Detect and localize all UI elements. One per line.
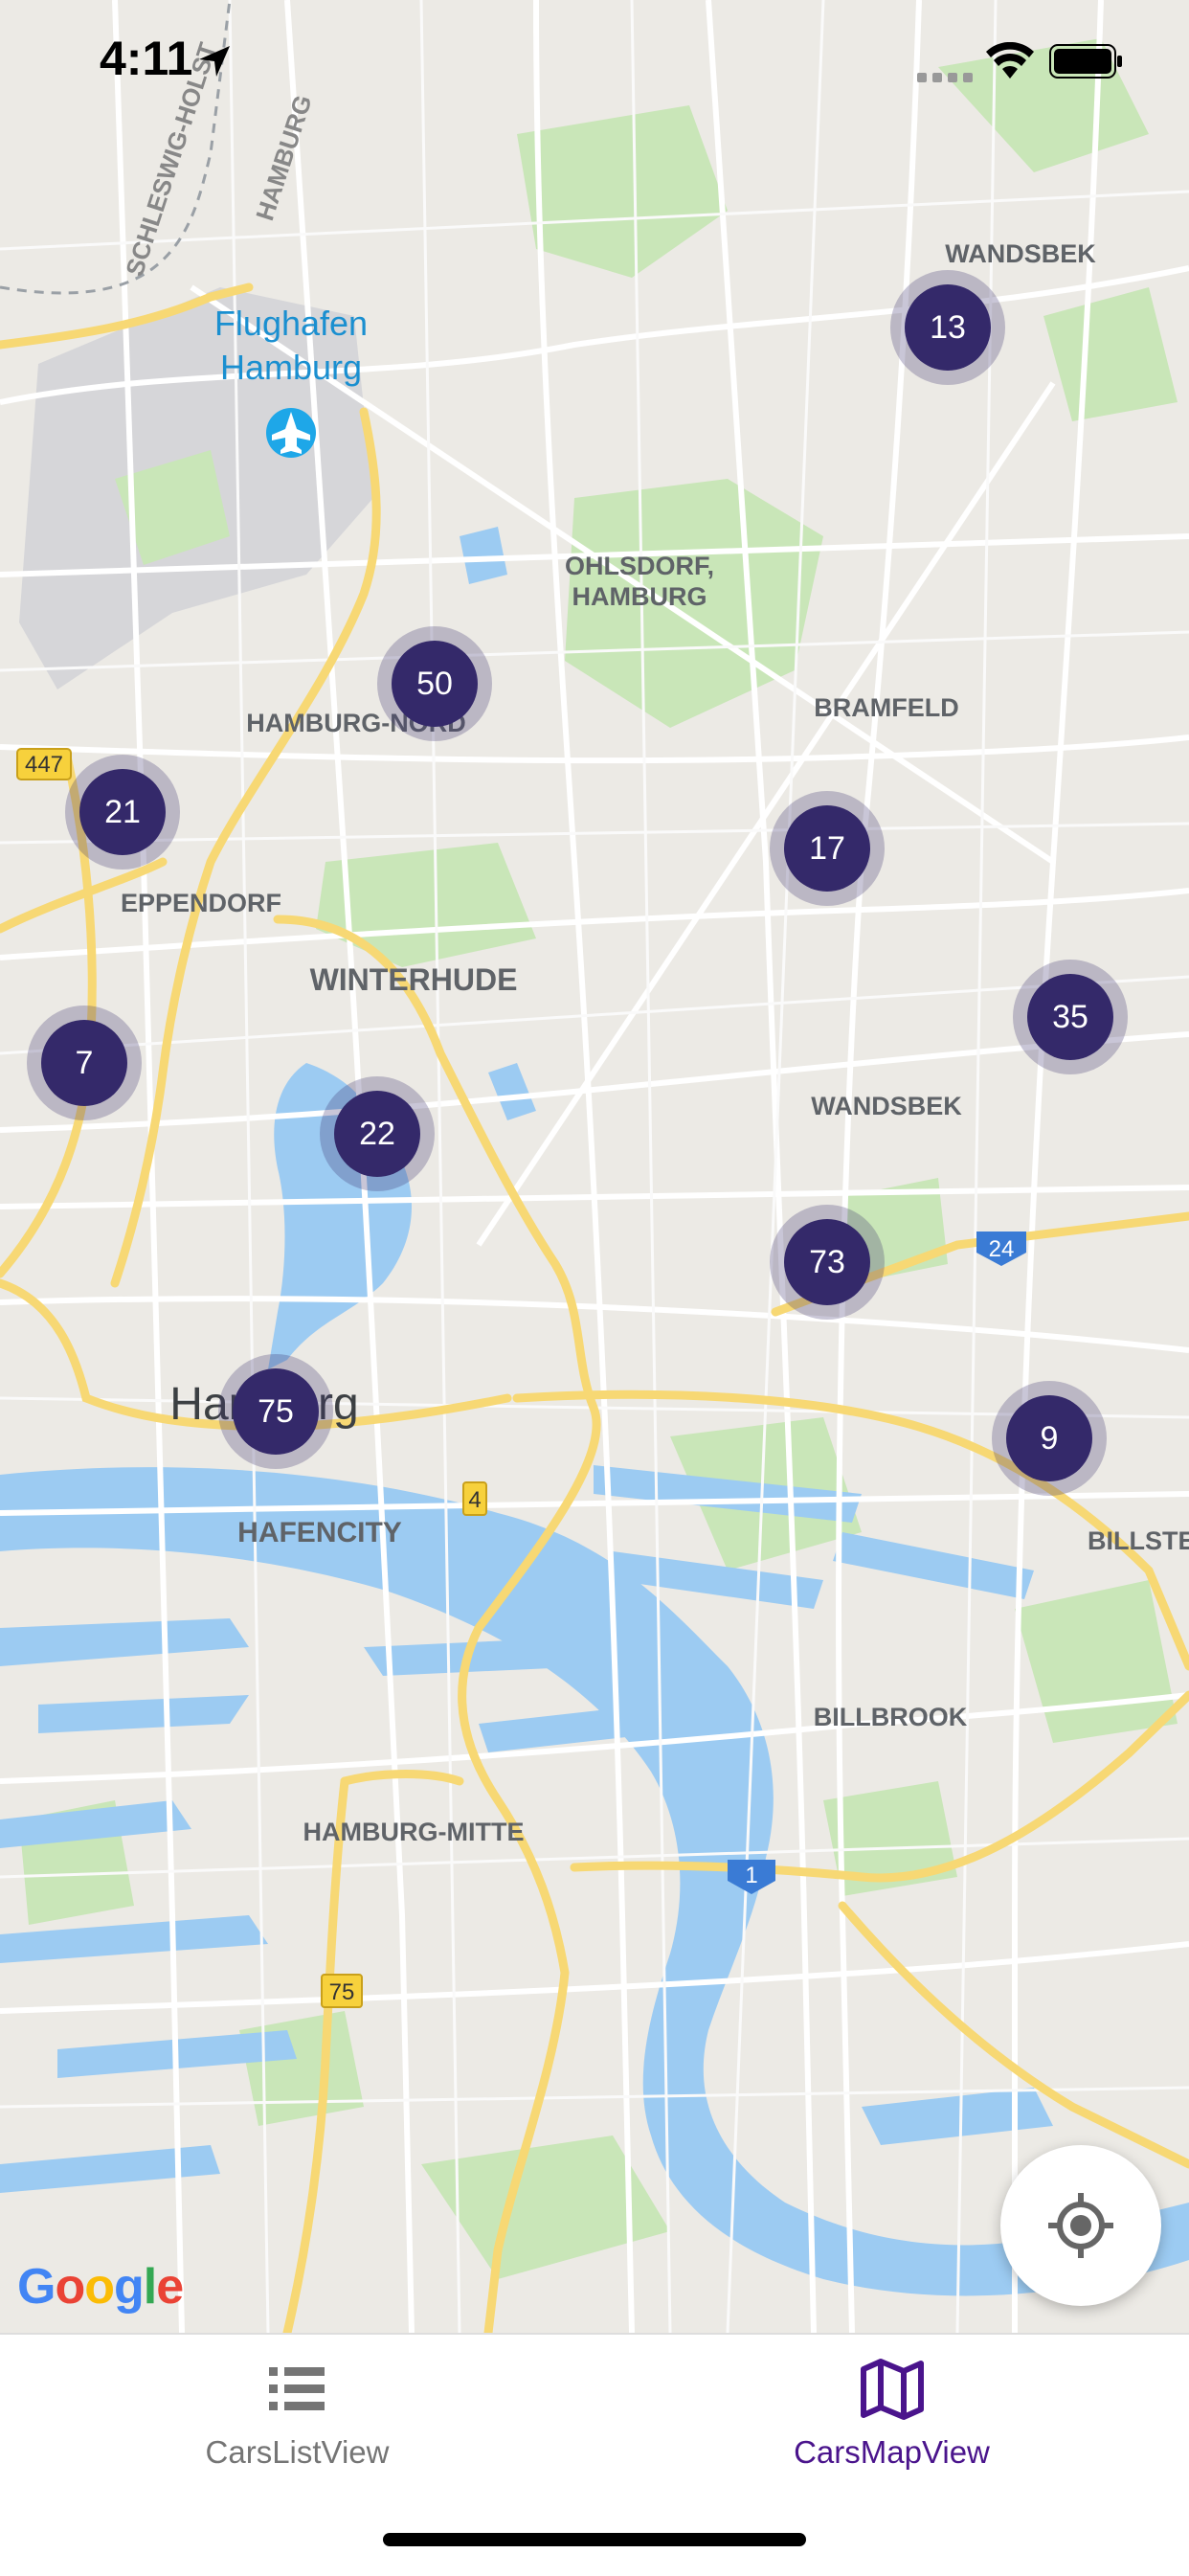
cluster-marker[interactable]: 22 (320, 1076, 435, 1191)
svg-text:4: 4 (468, 1487, 481, 1513)
map-label-bramfeld: BRAMFELD (814, 693, 958, 722)
cluster-marker[interactable]: 17 (770, 791, 885, 906)
cluster-count: 50 (392, 641, 478, 727)
my-location-button[interactable] (1000, 2145, 1161, 2306)
list-icon (268, 2367, 325, 2410)
map-label-billbrook: BILLBROOK (814, 1703, 968, 1731)
svg-text:75: 75 (329, 1979, 355, 2005)
cluster-marker[interactable]: 50 (377, 626, 492, 741)
cluster-count: 73 (784, 1219, 870, 1305)
cluster-count: 22 (334, 1091, 420, 1177)
road-shield-4: 4 (462, 1481, 487, 1516)
map-label-billstedt: BILLSTE (1088, 1526, 1189, 1555)
cluster-marker[interactable]: 7 (27, 1006, 142, 1120)
map-label-ohlsdorf-2: HAMBURG (572, 582, 707, 611)
cluster-marker[interactable]: 9 (992, 1381, 1107, 1496)
airport-icon (266, 408, 316, 458)
cluster-count: 9 (1006, 1395, 1092, 1481)
location-arrow-icon (199, 46, 230, 77)
status-time: 4:11 (100, 32, 193, 85)
cluster-count: 13 (905, 284, 991, 371)
signal-icon (917, 73, 973, 82)
tab-cars-list[interactable]: CarsListView (0, 2335, 594, 2507)
svg-text:1: 1 (745, 1863, 757, 1888)
cluster-count: 21 (79, 769, 166, 855)
map-icon (860, 2359, 924, 2420)
map-view[interactable]: 447 24 4 1 75 SCHLESWIG-HOLST HAMBURG WA… (0, 0, 1189, 2333)
battery-icon (1049, 44, 1122, 79)
status-bar: 4:11 (0, 0, 1189, 134)
map-label-airport-2: Hamburg (220, 348, 362, 387)
map-label-hamburg-mitte: HAMBURG-MITTE (303, 1818, 525, 1846)
tab-cars-map[interactable]: CarsMapView (594, 2335, 1189, 2507)
cluster-count: 7 (41, 1020, 127, 1106)
cluster-marker[interactable]: 75 (218, 1354, 333, 1469)
road-shield-75: 75 (321, 1974, 363, 2008)
cluster-marker[interactable]: 35 (1013, 960, 1128, 1074)
cluster-count: 17 (784, 805, 870, 892)
cluster-marker[interactable]: 73 (770, 1205, 885, 1320)
map-label-airport-1: Flughafen (214, 304, 368, 343)
svg-text:24: 24 (989, 1236, 1015, 1262)
road-shield-447: 447 (16, 748, 72, 780)
cluster-count: 75 (233, 1368, 319, 1455)
map-label-eppendorf: EPPENDORF (121, 889, 281, 917)
tab-label: CarsMapView (794, 2434, 990, 2470)
map-label-hafencity: HAFENCITY (237, 1517, 402, 1548)
wifi-icon (986, 42, 1034, 79)
home-indicator (383, 2533, 806, 2546)
map-label-wandsbek-top: WANDSBEK (945, 239, 1096, 268)
cluster-marker[interactable]: 21 (65, 755, 180, 870)
tab-label: CarsListView (205, 2434, 390, 2470)
map-label-wandsbek: WANDSBEK (811, 1092, 962, 1120)
svg-text:447: 447 (25, 752, 63, 778)
map-label-winterhude: WINTERHUDE (310, 962, 518, 997)
cluster-count: 35 (1027, 974, 1113, 1060)
map-label-ohlsdorf-1: OHLSDORF, (565, 552, 714, 580)
cluster-marker[interactable]: 13 (890, 270, 1005, 385)
google-logo: Google (17, 2259, 184, 2315)
my-location-icon (1048, 2193, 1113, 2258)
